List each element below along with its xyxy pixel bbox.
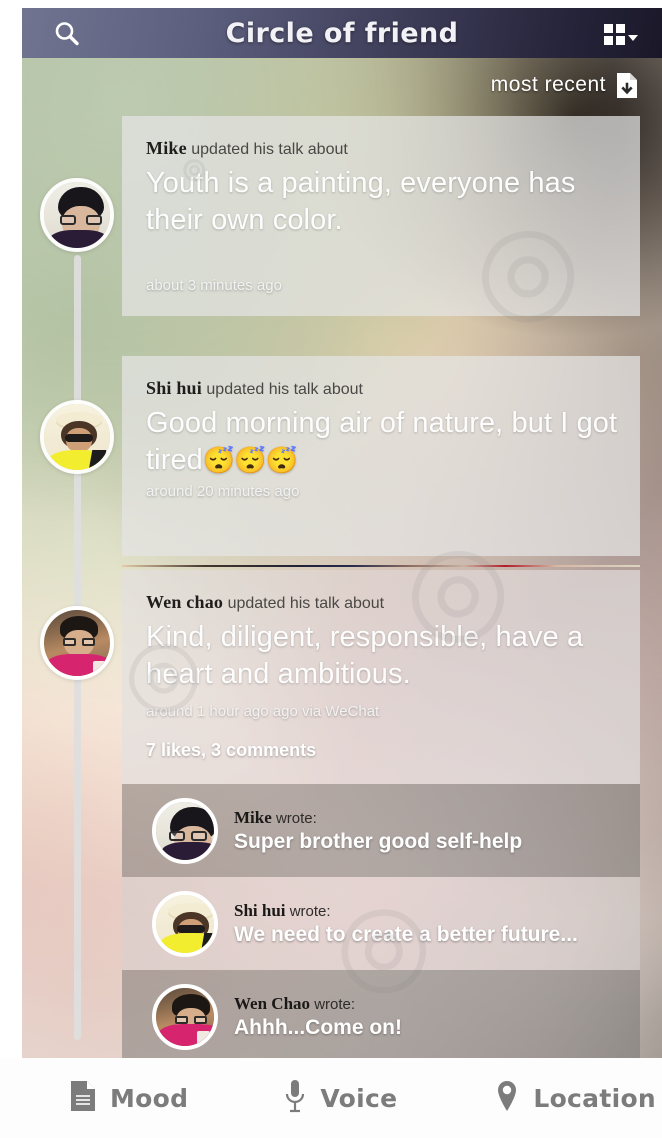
comment-body: Ahhh...Come on! — [234, 1015, 402, 1039]
avatar[interactable] — [40, 606, 114, 680]
divider — [122, 565, 640, 567]
post-message: Youth is a painting, everyone has their … — [146, 167, 576, 236]
comment-author-name: Shi hui — [234, 900, 286, 920]
document-icon — [70, 1080, 96, 1117]
post-message: Kind, diligent, responsible, have a hear… — [146, 621, 584, 690]
glasses-icon — [169, 830, 207, 841]
location-pin-icon — [495, 1079, 519, 1118]
post-author-line: Wen chao updated his talk about — [122, 570, 640, 613]
app-header: Circle of friend — [22, 8, 662, 58]
list-item[interactable]: Shi hui wrote: We need to create a bette… — [122, 877, 640, 970]
mood-label: Mood — [110, 1083, 189, 1113]
avatar-shi-hui — [44, 404, 110, 470]
avatar[interactable] — [152, 983, 218, 1050]
voice-button[interactable]: Voice — [284, 1079, 397, 1118]
mood-button[interactable]: Mood — [70, 1080, 188, 1117]
avatar[interactable] — [40, 178, 114, 252]
glasses-icon — [60, 215, 102, 225]
sleeping-face-emoji: 😴😴😴 — [202, 445, 298, 475]
post-action-text: updated his talk about — [191, 141, 348, 158]
comment-text-block: Shi hui wrote: We need to create a bette… — [234, 901, 578, 947]
post-timestamp: around 20 minutes ago — [146, 483, 300, 500]
post-author-line: Shi hui updated his talk about — [122, 356, 640, 399]
comment-author-name: Mike — [234, 807, 272, 827]
document-download-icon[interactable] — [616, 72, 638, 98]
comment-author-line: Shi hui wrote: — [234, 901, 578, 921]
location-button[interactable]: Location — [495, 1079, 656, 1118]
comment-list: Mike wrote: Super brother good self-help… — [122, 784, 640, 1063]
post-author-name: Shi hui — [146, 378, 202, 398]
grid-menu-icon[interactable] — [604, 22, 644, 46]
comment-text-block: Mike wrote: Super brother good self-help — [234, 808, 522, 854]
post-action-text: updated his talk about — [206, 381, 363, 398]
comment-author-line: Wen Chao wrote: — [234, 994, 402, 1014]
chevron-down-icon — [628, 35, 638, 41]
post-card[interactable]: Shi hui updated his talk about Good morn… — [122, 356, 640, 556]
comment-body: Super brother good self-help — [234, 829, 523, 853]
avatar[interactable] — [152, 797, 218, 864]
voice-label: Voice — [320, 1083, 398, 1113]
avatar-wen-chao — [156, 987, 214, 1046]
glasses-icon — [63, 638, 95, 646]
comment-body: We need to create a better future... — [234, 922, 578, 946]
sort-label: most recent — [490, 73, 606, 96]
comment-action-text: wrote: — [275, 809, 317, 827]
avatar[interactable] — [152, 890, 218, 957]
comment-author-name: Wen Chao — [234, 993, 311, 1013]
post-author-line: Mike updated his talk about — [122, 116, 640, 159]
comment-author-line: Mike wrote: — [234, 808, 522, 828]
avatar-body — [162, 841, 214, 860]
comment-action-text: wrote: — [314, 995, 356, 1013]
post-action-text: updated his talk about — [227, 595, 385, 612]
page-title: Circle of friend — [225, 17, 459, 49]
post-author-name: Wen chao — [146, 592, 224, 612]
app-root: ⊚ ◎ ◎ ◎ ◎ Circle of friend most recent — [0, 0, 662, 1138]
glasses-icon — [175, 1015, 207, 1024]
grid-squares — [604, 23, 625, 45]
list-item[interactable]: Mike wrote: Super brother good self-help — [122, 784, 640, 877]
post-card[interactable]: Mike updated his talk about Youth is a p… — [122, 116, 640, 316]
avatar-mike — [44, 182, 110, 248]
post-card[interactable]: Wen chao updated his talk about Kind, di… — [122, 570, 640, 784]
list-item[interactable]: Wen Chao wrote: Ahhh...Come on! — [122, 970, 640, 1063]
comment-text-block: Wen Chao wrote: Ahhh...Come on! — [234, 994, 402, 1040]
post-author-name: Mike — [146, 138, 187, 158]
avatar-wen-chao — [44, 610, 110, 676]
post-timestamp: around 1 hour ago ago via WeChat — [146, 703, 380, 720]
sort-control[interactable]: most recent — [491, 72, 638, 98]
post-timestamp: about 3 minutes ago — [146, 277, 282, 294]
post-message: Good morning air of nature, but I got ti… — [146, 405, 640, 479]
post-stats[interactable]: 7 likes, 3 comments — [146, 740, 640, 761]
microphone-icon — [284, 1079, 306, 1118]
avatar-shi-hui — [156, 894, 214, 953]
location-label: Location — [533, 1083, 657, 1113]
avatar[interactable] — [40, 400, 114, 474]
bottom-toolbar: Mood Voice Location — [0, 1058, 662, 1138]
comment-action-text: wrote: — [289, 902, 331, 920]
avatar-mike — [156, 801, 214, 860]
